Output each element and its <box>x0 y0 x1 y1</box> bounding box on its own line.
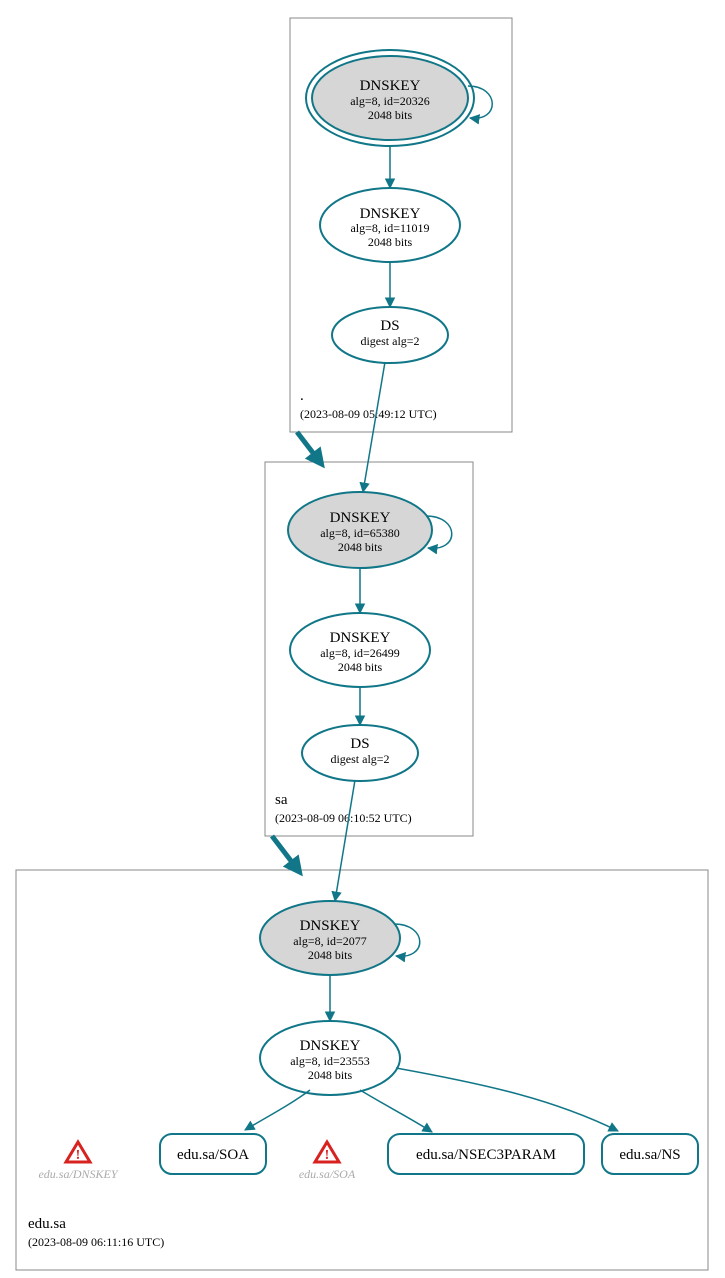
edusa-ksk-line3: 2048 bits <box>308 948 353 962</box>
edge-root-ksk-self <box>468 86 492 118</box>
rrset-soa-label: edu.sa/SOA <box>177 1147 249 1163</box>
rrset-nsec3-label: edu.sa/NSEC3PARAM <box>416 1147 556 1163</box>
sa-zsk-line2: alg=8, id=26499 <box>320 646 400 660</box>
node-sa-zsk: DNSKEY alg=8, id=26499 2048 bits <box>290 613 430 687</box>
root-ksk-line2: alg=8, id=20326 <box>350 94 430 108</box>
node-edusa-ksk: DNSKEY alg=8, id=2077 2048 bits <box>260 901 400 975</box>
root-ksk-title: DNSKEY <box>360 78 421 94</box>
zone-edusa-timestamp: (2023-08-09 06:11:16 UTC) <box>28 1235 164 1249</box>
node-root-ksk: DNSKEY alg=8, id=20326 2048 bits <box>306 50 474 146</box>
root-zsk-line2: alg=8, id=11019 <box>350 221 429 235</box>
sa-ds-line2: digest alg=2 <box>330 752 389 766</box>
edusa-ksk-title: DNSKEY <box>300 918 361 934</box>
node-sa-ds: DS digest alg=2 <box>302 725 418 781</box>
zone-sa-label: sa <box>275 792 288 808</box>
root-zsk-title: DNSKEY <box>360 206 421 222</box>
ghost-soa-warn: ! edu.sa/SOA <box>299 1142 356 1181</box>
node-sa-ksk: DNSKEY alg=8, id=65380 2048 bits <box>288 492 432 568</box>
edge-sa-ds-to-edusa-ksk <box>335 780 355 901</box>
node-root-ds: DS digest alg=2 <box>332 307 448 363</box>
edusa-ksk-line2: alg=8, id=2077 <box>293 934 367 948</box>
edge-root-to-sa-deleg <box>297 432 320 462</box>
rrset-soa: edu.sa/SOA <box>160 1134 266 1174</box>
rrset-ns: edu.sa/NS <box>602 1134 698 1174</box>
root-ksk-line3: 2048 bits <box>368 108 413 122</box>
root-ds-line2: digest alg=2 <box>360 334 419 348</box>
edge-zsk-to-soa <box>245 1090 310 1130</box>
zone-root-timestamp: (2023-08-09 05:49:12 UTC) <box>300 407 437 421</box>
zone-root-label: . <box>300 388 304 404</box>
edge-sa-to-edusa-deleg <box>272 836 298 870</box>
edusa-zsk-title: DNSKEY <box>300 1038 361 1054</box>
sa-zsk-line3: 2048 bits <box>338 660 383 674</box>
warn-icon: ! <box>76 1148 81 1163</box>
edusa-zsk-line3: 2048 bits <box>308 1068 353 1082</box>
edge-zsk-to-ns <box>396 1068 618 1131</box>
zone-sa-timestamp: (2023-08-09 06:10:52 UTC) <box>275 811 412 825</box>
ghost-dnskey-label: edu.sa/DNSKEY <box>38 1167 118 1181</box>
rrset-ns-label: edu.sa/NS <box>619 1147 680 1163</box>
sa-ksk-line3: 2048 bits <box>338 540 383 554</box>
rrset-nsec3param: edu.sa/NSEC3PARAM <box>388 1134 584 1174</box>
warn-icon: ! <box>325 1148 330 1163</box>
node-root-zsk: DNSKEY alg=8, id=11019 2048 bits <box>320 188 460 262</box>
root-ds-title: DS <box>380 318 399 334</box>
sa-ksk-title: DNSKEY <box>330 510 391 526</box>
sa-zsk-title: DNSKEY <box>330 630 391 646</box>
root-zsk-line3: 2048 bits <box>368 235 413 249</box>
ghost-dnskey-warn: ! edu.sa/DNSKEY <box>38 1142 118 1181</box>
edge-zsk-to-nsec3 <box>360 1090 432 1132</box>
sa-ds-title: DS <box>350 736 369 752</box>
sa-ksk-line2: alg=8, id=65380 <box>320 526 400 540</box>
edusa-zsk-line2: alg=8, id=23553 <box>290 1054 370 1068</box>
node-edusa-zsk: DNSKEY alg=8, id=23553 2048 bits <box>260 1021 400 1095</box>
ghost-soa-label: edu.sa/SOA <box>299 1167 356 1181</box>
zone-edusa-label: edu.sa <box>28 1216 66 1232</box>
edge-root-ds-to-sa-ksk <box>363 362 385 492</box>
